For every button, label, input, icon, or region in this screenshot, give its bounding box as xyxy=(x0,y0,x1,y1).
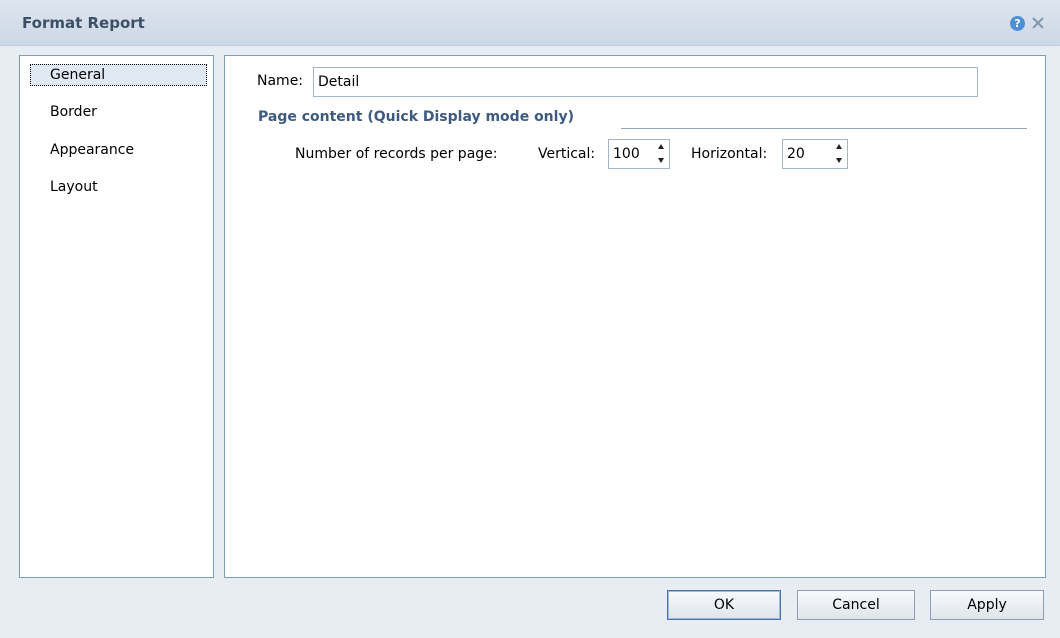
page-content-section-title: Page content (Quick Display mode only) xyxy=(258,109,574,125)
close-icon[interactable] xyxy=(1030,14,1046,32)
ok-button[interactable]: OK xyxy=(667,590,781,620)
horizontal-input[interactable] xyxy=(783,140,823,168)
apply-button[interactable]: Apply xyxy=(930,590,1044,620)
vertical-label: Vertical: xyxy=(538,146,596,162)
records-per-page-label: Number of records per page: xyxy=(295,146,498,162)
sidebar-item-border[interactable]: Border xyxy=(30,101,207,123)
dialog-title: Format Report xyxy=(22,14,145,32)
spin-up-icon[interactable] xyxy=(832,141,846,154)
vertical-spinner xyxy=(608,139,670,169)
category-sidebar: General Border Appearance Layout xyxy=(19,55,214,578)
name-input[interactable] xyxy=(313,67,978,97)
sidebar-item-general[interactable]: General xyxy=(30,64,207,86)
format-report-dialog: Format Report ? General Border Appearanc… xyxy=(0,0,1060,638)
spin-up-icon[interactable] xyxy=(654,141,668,154)
spin-down-icon[interactable] xyxy=(832,154,846,167)
spin-down-icon[interactable] xyxy=(654,154,668,167)
horizontal-spinner xyxy=(782,139,848,169)
horizontal-label: Horizontal: xyxy=(691,146,768,162)
name-label: Name: xyxy=(257,73,304,89)
general-panel: Name: Page content (Quick Display mode o… xyxy=(224,55,1046,578)
sidebar-item-appearance[interactable]: Appearance xyxy=(30,139,207,161)
section-divider xyxy=(621,128,1027,129)
title-bar: Format Report ? xyxy=(0,0,1060,46)
vertical-input[interactable] xyxy=(609,140,649,168)
help-icon[interactable]: ? xyxy=(1010,16,1025,31)
sidebar-item-layout[interactable]: Layout xyxy=(30,176,207,198)
cancel-button[interactable]: Cancel xyxy=(797,590,915,620)
